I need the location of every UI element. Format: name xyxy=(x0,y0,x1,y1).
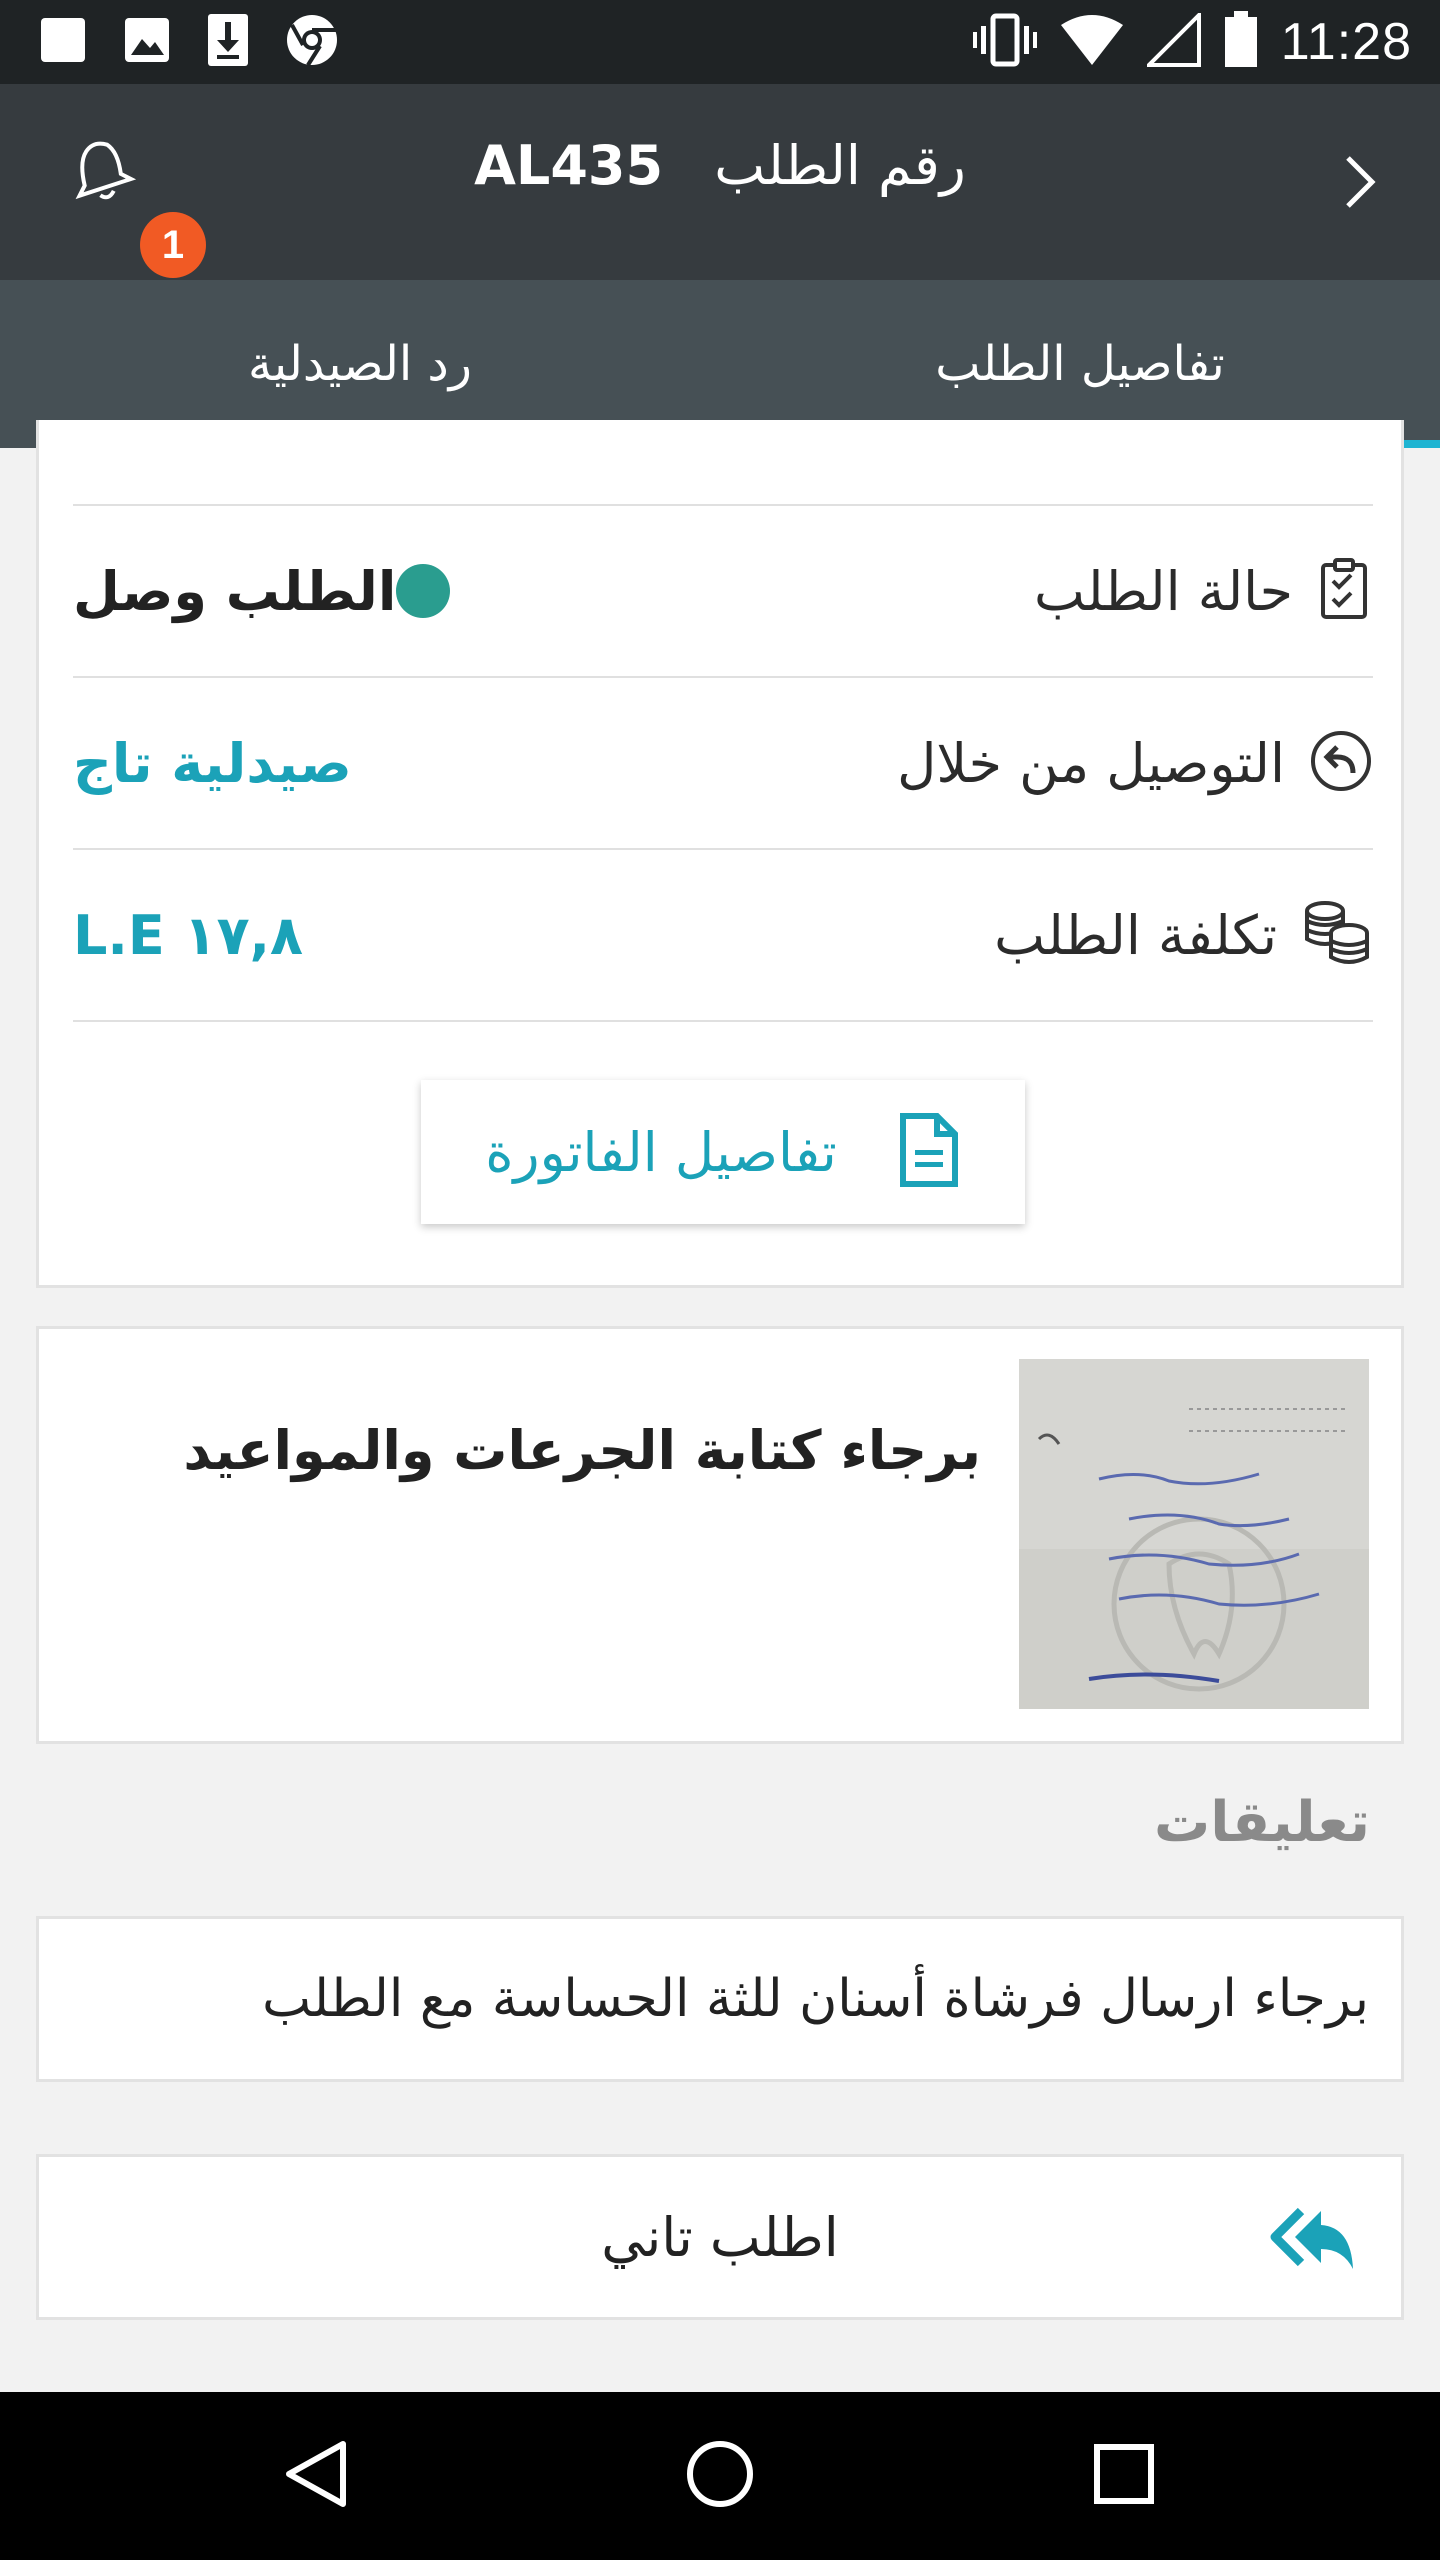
signal-icon xyxy=(1143,10,1201,71)
download-icon xyxy=(206,12,250,72)
status-label-group: حالة الطلب xyxy=(1034,506,1373,676)
cost-label-group: تكلفة الطلب xyxy=(994,850,1373,1020)
status-value-group: الطلب وصل xyxy=(73,506,470,676)
status-value: الطلب وصل xyxy=(73,559,397,623)
checklist-icon xyxy=(1317,557,1373,625)
invoice-details-label: تفاصيل الفاتورة xyxy=(485,1120,837,1184)
tab-order-details-label: تفاصيل الطلب xyxy=(935,336,1225,392)
cost-value-group: L.E ١٧,٨ xyxy=(73,850,303,1020)
status-dot xyxy=(396,564,451,618)
wifi-icon xyxy=(1059,13,1125,71)
system-nav-bar xyxy=(0,2392,1440,2560)
app-screen: 11:28 1 رقم الطلب AL435 تفاصيل الطلب رد … xyxy=(0,0,1440,2560)
status-bar-notifications xyxy=(38,12,340,72)
reorder-label: اطلب تاني xyxy=(601,2205,839,2269)
prescription-note: برجاء كتابة الجرعات والمواعيد xyxy=(183,1419,981,1482)
comments-title: تعليقات xyxy=(1154,1790,1370,1855)
page-title: رقم الطلب AL435 xyxy=(0,134,1440,197)
chrome-icon xyxy=(284,12,340,72)
order-number-label: رقم الطلب xyxy=(714,134,966,197)
status-bar: 11:28 xyxy=(0,0,1440,84)
status-label: حالة الطلب xyxy=(1033,559,1293,623)
details-row-status: حالة الطلب الطلب وصل xyxy=(73,506,1373,678)
details-row-partial xyxy=(73,420,1373,506)
delivery-pharmacy-link[interactable]: صيدلية تاج xyxy=(73,678,352,848)
invoice-details-button[interactable]: تفاصيل الفاتورة xyxy=(421,1080,1025,1224)
nav-home-icon xyxy=(684,2438,756,2514)
order-details-card: حالة الطلب الطلب وصل التوصيل من خلال صيد… xyxy=(36,420,1404,1288)
app-bar: 1 رقم الطلب AL435 xyxy=(0,84,1440,280)
coins-icon xyxy=(1301,899,1373,971)
nav-back-button[interactable] xyxy=(266,2426,366,2526)
status-time: 11:28 xyxy=(1280,13,1412,71)
image-icon xyxy=(122,15,172,69)
nav-back-icon xyxy=(281,2438,351,2514)
reply-circle-icon xyxy=(1309,729,1373,797)
comment-text: برجاء ارسال فرشاة أسنان للثة الحساسة مع … xyxy=(262,1969,1369,2029)
status-bar-system: 11:28 xyxy=(972,10,1412,74)
details-row-cost: تكلفة الطلب L.E ١٧,٨ xyxy=(73,850,1373,1022)
prescription-card: برجاء كتابة الجرعات والمواعيد xyxy=(36,1326,1404,1744)
blank-notification-icon xyxy=(38,15,88,69)
vibrate-icon xyxy=(972,12,1037,72)
notification-count-badge: 1 xyxy=(140,212,206,278)
delivery-label: التوصيل من خلال xyxy=(897,731,1285,795)
back-button[interactable] xyxy=(1310,134,1410,234)
document-icon xyxy=(897,1112,961,1192)
details-row-delivery: التوصيل من خلال صيدلية تاج xyxy=(73,678,1373,850)
back-chevron-icon xyxy=(1338,152,1382,216)
prescription-photo[interactable] xyxy=(1019,1359,1369,1709)
comment-card: برجاء ارسال فرشاة أسنان للثة الحساسة مع … xyxy=(36,1916,1404,2082)
nav-recents-icon xyxy=(1092,2442,1156,2510)
order-number: AL435 xyxy=(474,134,664,197)
reorder-button[interactable]: اطلب تاني xyxy=(36,2154,1404,2320)
cost-label: تكلفة الطلب xyxy=(994,903,1277,967)
delivery-value: صيدلية تاج xyxy=(73,731,352,795)
nav-recents-button[interactable] xyxy=(1074,2426,1174,2526)
battery-icon xyxy=(1223,11,1259,73)
tab-pharmacy-reply-label: رد الصيدلية xyxy=(248,336,472,392)
nav-home-button[interactable] xyxy=(670,2426,770,2526)
delivery-label-group: التوصيل من خلال xyxy=(897,678,1373,848)
cost-value: L.E ١٧,٨ xyxy=(73,903,304,967)
